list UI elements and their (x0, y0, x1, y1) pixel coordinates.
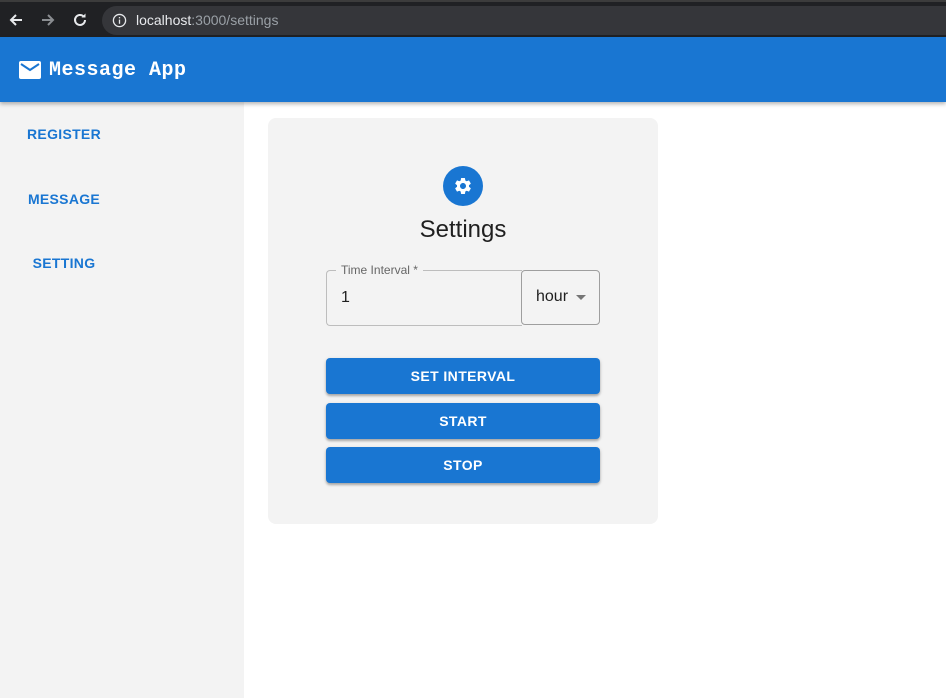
gear-icon (455, 178, 471, 194)
stop-button[interactable]: STOP (326, 447, 600, 483)
forward-button[interactable] (37, 9, 59, 31)
back-button[interactable] (5, 9, 27, 31)
app-title: Message App (49, 59, 187, 82)
url-host: localhost (136, 12, 192, 28)
arrow-left-icon (9, 14, 22, 26)
settings-card: Settings Time Interval * 1 hour SET INTE… (268, 118, 658, 524)
caret-down-icon (576, 295, 586, 300)
reload-icon (74, 13, 86, 26)
time-interval-field[interactable]: Time Interval * 1 (326, 263, 522, 326)
interval-unit-value: hour (536, 288, 569, 305)
app-bar: Message App (0, 37, 946, 102)
sidebar-item-register[interactable]: REGISTER (0, 116, 128, 152)
mail-icon (19, 61, 41, 79)
set-interval-button[interactable]: SET INTERVAL (326, 358, 600, 394)
address-bar[interactable]: localhost:3000/settings (102, 6, 946, 35)
page-title: Settings (419, 216, 507, 243)
time-interval-input[interactable]: 1 (341, 289, 350, 307)
sidebar: REGISTER MESSAGE SETTING (0, 102, 244, 698)
time-interval-label: Time Interval * (336, 263, 423, 277)
start-button[interactable]: START (326, 403, 600, 439)
url-text: localhost:3000/settings (136, 12, 278, 28)
interval-unit-select[interactable]: hour (521, 270, 600, 325)
sidebar-item-message[interactable]: MESSAGE (0, 181, 128, 217)
url-path: :3000/settings (191, 12, 279, 28)
browser-toolbar: localhost:3000/settings (0, 0, 946, 37)
arrow-right-icon (42, 14, 55, 26)
sidebar-item-setting[interactable]: SETTING (0, 245, 128, 281)
info-icon[interactable] (112, 13, 127, 28)
settings-avatar (443, 166, 483, 206)
reload-button[interactable] (69, 9, 91, 31)
